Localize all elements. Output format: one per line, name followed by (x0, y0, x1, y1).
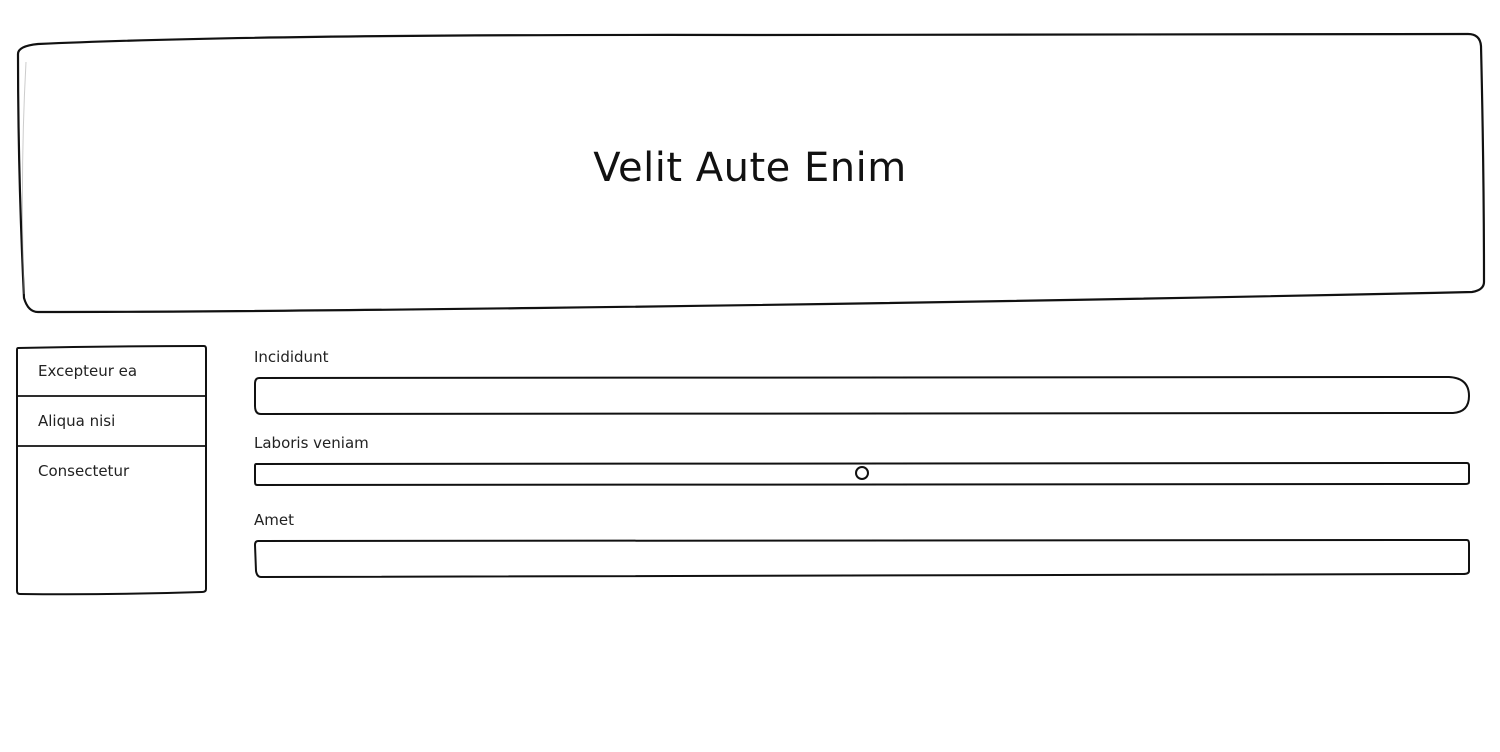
sidebar-item-label: Aliqua nisi (38, 412, 116, 430)
amet-field-box (253, 539, 1471, 579)
page: Velit Aute Enim Excepteur ea Aliqua nisi… (0, 0, 1500, 752)
laboris-veniam-slider[interactable] (253, 462, 1471, 488)
laboris-veniam-label: Laboris veniam (254, 434, 369, 452)
sidebar: Excepteur ea Aliqua nisi Consectetur (16, 345, 208, 596)
incididunt-label: Incididunt (254, 348, 329, 366)
sidebar-item-aliqua-nisi[interactable]: Aliqua nisi (16, 397, 206, 447)
header-banner: Velit Aute Enim (16, 32, 1486, 314)
amet-label: Amet (254, 511, 294, 529)
amet-input[interactable] (265, 545, 1459, 571)
sidebar-item-consectetur[interactable]: Consectetur (16, 447, 206, 497)
page-title: Velit Aute Enim (593, 145, 907, 191)
incididunt-field-box (253, 376, 1471, 416)
sidebar-item-excepteur-ea[interactable]: Excepteur ea (16, 347, 206, 397)
incididunt-input[interactable] (265, 382, 1459, 408)
sidebar-item-label: Consectetur (38, 462, 130, 480)
sidebar-item-label: Excepteur ea (38, 362, 138, 380)
slider-handle[interactable] (855, 466, 869, 480)
